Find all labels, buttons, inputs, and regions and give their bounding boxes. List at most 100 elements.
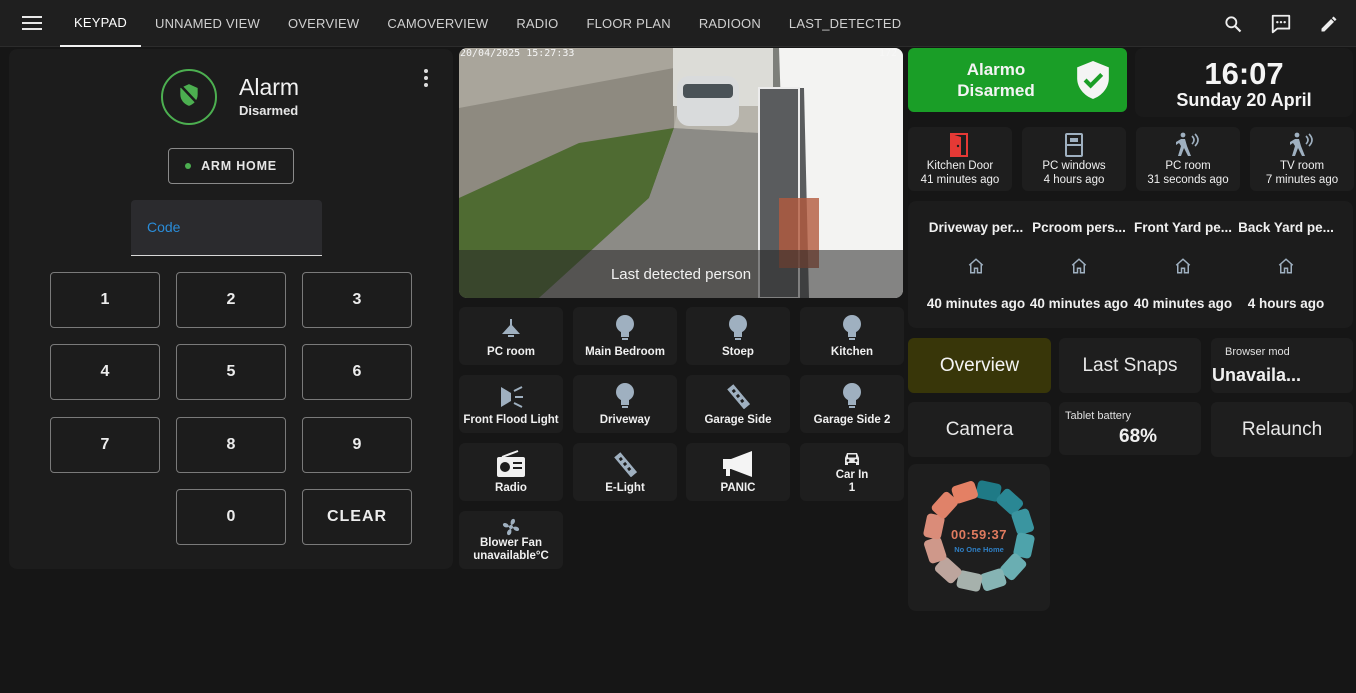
- last-snaps-button[interactable]: Last Snaps: [1059, 338, 1201, 393]
- alarmo-title: Alarmo: [966, 60, 1026, 79]
- keypad-key-4[interactable]: 4: [50, 344, 160, 400]
- camera-caption: Last detected person: [459, 250, 903, 298]
- entity-button-stoep[interactable]: Stoep: [686, 307, 790, 365]
- keypad-key-6[interactable]: 6: [302, 344, 412, 400]
- entity-state: 1: [848, 482, 856, 494]
- arm-home-label: ARM HOME: [201, 159, 277, 173]
- sensor-time: 31 seconds ago: [1147, 174, 1229, 186]
- entity-label: Main Bedroom: [585, 346, 665, 358]
- keypad-key-0[interactable]: 0: [176, 489, 286, 545]
- tab-last-detected[interactable]: LAST_DETECTED: [775, 0, 915, 47]
- shield-off-icon: [176, 82, 202, 113]
- sensor-name: TV room: [1279, 160, 1325, 172]
- ceiling-light-icon: [459, 314, 563, 342]
- person-sensor-time: 40 minutes ago: [926, 296, 1026, 311]
- entity-button-garage-side[interactable]: Garage Side: [686, 375, 790, 433]
- entity-label: E-Light: [605, 482, 645, 494]
- window-closed-icon: [1022, 131, 1126, 159]
- person-sensor-pcroom[interactable]: Pcroom pers... 40 minutes ago: [1029, 201, 1129, 328]
- keypad-key-8[interactable]: 8: [176, 417, 286, 473]
- person-sensor-front-yard[interactable]: Front Yard pe... 40 minutes ago: [1133, 201, 1233, 328]
- clock-time: 16:07: [1204, 56, 1284, 91]
- tab-camoverview[interactable]: CAMOVERVIEW: [373, 0, 502, 47]
- entity-label: Car In: [835, 469, 869, 481]
- camera-button[interactable]: Camera: [908, 402, 1051, 457]
- keypad-key-5[interactable]: 5: [176, 344, 286, 400]
- sensor-pc-windows[interactable]: PC windows 4 hours ago: [1022, 127, 1126, 191]
- camera-snapshot[interactable]: 20/04/2025 15:27:33 172 Last detected pe…: [459, 48, 903, 298]
- top-app-bar: KEYPAD UNNAMED VIEW OVERVIEW CAMOVERVIEW…: [0, 0, 1356, 47]
- entity-label: Garage Side: [704, 414, 772, 426]
- menu-icon[interactable]: [22, 13, 42, 33]
- entity-button-front-flood-light[interactable]: Front Flood Light: [459, 375, 563, 433]
- sensor-tv-room[interactable]: TV room 7 minutes ago: [1250, 127, 1354, 191]
- entity-button-panic[interactable]: PANIC: [686, 443, 790, 501]
- entity-label: Driveway: [599, 414, 651, 426]
- search-icon[interactable]: [1220, 11, 1246, 37]
- away-timer-card[interactable]: 00:59:37 No One Home: [908, 464, 1050, 611]
- entity-button-driveway[interactable]: Driveway: [573, 375, 677, 433]
- person-sensor-time: 40 minutes ago: [1133, 296, 1233, 311]
- entity-button-pc-room[interactable]: PC room: [459, 307, 563, 365]
- keypad-key-3[interactable]: 3: [302, 272, 412, 328]
- entity-state: unavailable°C: [473, 550, 549, 562]
- entity-button-car-in[interactable]: Car In 1: [800, 443, 904, 501]
- keypad-key-7[interactable]: 7: [50, 417, 160, 473]
- entity-button-main-bedroom[interactable]: Main Bedroom: [573, 307, 677, 365]
- keypad-clear-button[interactable]: CLEAR: [302, 489, 412, 545]
- tab-unnamed-view[interactable]: UNNAMED VIEW: [141, 0, 274, 47]
- entity-button-e-light[interactable]: E-Light: [573, 443, 677, 501]
- keypad-key-1[interactable]: 1: [50, 272, 160, 328]
- alarmo-label: Alarmo Disarmed: [932, 59, 1060, 101]
- alarmo-state: Disarmed: [957, 81, 1035, 100]
- person-sensor-back-yard[interactable]: Back Yard pe... 4 hours ago: [1236, 201, 1336, 328]
- tab-radio[interactable]: RADIO: [502, 0, 572, 47]
- sensor-name: Kitchen Door: [926, 160, 994, 172]
- keypad-key-2[interactable]: 2: [176, 272, 286, 328]
- entity-label: Front Flood Light: [463, 414, 559, 426]
- entity-button-garage-side-2[interactable]: Garage Side 2: [800, 375, 904, 433]
- person-detection-card: Driveway per... 40 minutes ago Pcroom pe…: [908, 201, 1353, 328]
- relaunch-button[interactable]: Relaunch: [1211, 402, 1353, 457]
- keypad-key-9[interactable]: 9: [302, 417, 412, 473]
- entity-button-radio[interactable]: Radio: [459, 443, 563, 501]
- tab-floor-plan[interactable]: FLOOR PLAN: [572, 0, 684, 47]
- alarmo-status-button[interactable]: Alarmo Disarmed: [908, 48, 1127, 112]
- entity-label: Blower Fan: [480, 537, 542, 549]
- view-tabs: KEYPAD UNNAMED VIEW OVERVIEW CAMOVERVIEW…: [60, 0, 915, 47]
- entity-label: Garage Side 2: [813, 414, 891, 426]
- overview-button[interactable]: Overview: [908, 338, 1051, 393]
- shield-check-icon: [1074, 59, 1112, 106]
- entity-label: Kitchen: [830, 346, 874, 358]
- camera-timestamp: 20/04/2025 15:27:33: [460, 48, 575, 59]
- browser-mod-tile[interactable]: Browser mod Unavaila...: [1211, 338, 1353, 393]
- tab-overview[interactable]: OVERVIEW: [274, 0, 373, 47]
- tablet-battery-tile[interactable]: Tablet battery 68%: [1059, 402, 1201, 455]
- sensor-kitchen-door[interactable]: Kitchen Door 41 minutes ago: [908, 127, 1012, 191]
- entity-label: Stoep: [722, 346, 754, 358]
- led-strip-icon: [573, 450, 677, 478]
- sensor-pc-room[interactable]: PC room 31 seconds ago: [1136, 127, 1240, 191]
- entity-button-kitchen[interactable]: Kitchen: [800, 307, 904, 365]
- led-strip-icon: [686, 382, 790, 410]
- person-sensor-name: Back Yard pe...: [1238, 220, 1334, 235]
- camera-channel: 172: [878, 48, 897, 59]
- entity-button-blower-fan[interactable]: Blower Fan unavailable°C: [459, 511, 563, 569]
- timer-status: No One Home: [954, 545, 1004, 554]
- code-input[interactable]: Code: [131, 200, 322, 256]
- tab-keypad[interactable]: KEYPAD: [60, 0, 141, 47]
- tablet-battery-value: 68%: [1119, 426, 1158, 447]
- sensor-time: 4 hours ago: [1043, 174, 1105, 186]
- entity-label: Radio: [495, 482, 527, 494]
- more-options-icon[interactable]: [416, 67, 436, 89]
- bullhorn-icon: [686, 450, 790, 478]
- assist-icon[interactable]: [1268, 11, 1294, 37]
- timer-time: 00:59:37: [950, 527, 1008, 542]
- person-sensor-driveway[interactable]: Driveway per... 40 minutes ago: [926, 201, 1026, 328]
- person-sensor-name: Front Yard pe...: [1133, 220, 1233, 235]
- tab-radioon[interactable]: RADIOON: [685, 0, 775, 47]
- arm-home-button[interactable]: ARM HOME: [168, 148, 294, 184]
- browser-mod-value: Unavaila...: [1212, 365, 1302, 385]
- edit-icon[interactable]: [1316, 11, 1342, 37]
- sensor-time: 7 minutes ago: [1265, 174, 1339, 186]
